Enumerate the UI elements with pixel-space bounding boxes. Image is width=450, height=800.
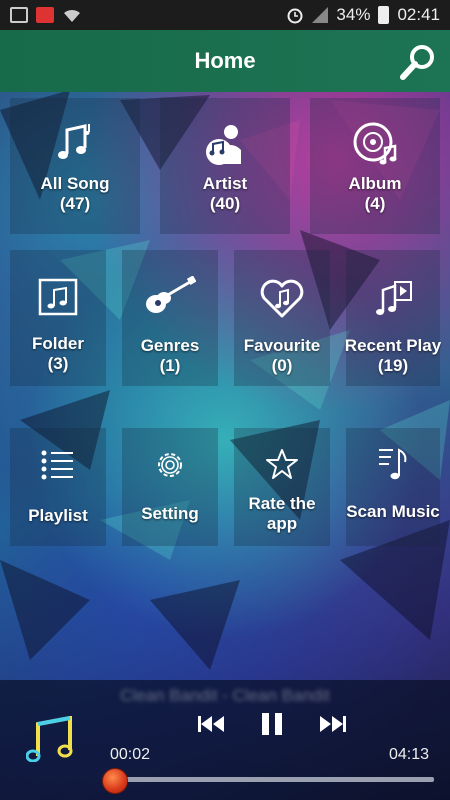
wifi-icon [64,9,80,22]
tile-playlist[interactable]: Playlist [10,428,106,546]
alarm-icon [287,8,303,24]
tile-scan-music[interactable]: Scan Music [346,428,440,546]
tile-count: (47) [59,194,91,213]
artist-icon [206,125,241,165]
search-icon[interactable] [398,42,438,82]
image-notification-icon [10,7,28,23]
music-notes-icon [58,124,90,159]
tile-count: (19) [377,356,409,375]
total-time: 04:13 [389,746,430,763]
battery-percent: 34% [336,5,371,24]
recent-play-icon [376,281,412,315]
tile-album[interactable]: Album (4) [310,98,440,234]
battery-icon [378,6,390,24]
tile-count: (1) [159,356,181,375]
previous-icon[interactable] [198,714,226,734]
tile-label: Favourite [243,336,321,355]
tile-label: Scan Music [346,502,440,521]
tile-all-song[interactable]: All Song (47) [10,98,140,234]
tile-label: Recent Play [344,336,442,355]
tile-favourite[interactable]: Favourite (0) [234,250,330,386]
scan-music-icon [379,448,407,480]
status-bar: 34% 02:41 [0,0,450,30]
seek-thumb[interactable] [102,768,128,794]
star-icon [266,449,298,479]
guitar-icon [146,276,196,313]
next-icon[interactable] [318,714,346,734]
tile-label: Folder [32,334,84,353]
tile-artist[interactable]: Artist (40) [160,98,290,234]
tile-rate-app[interactable]: Rate the app [234,428,330,546]
heart-icon [260,279,304,318]
album-icon [353,122,397,165]
signal-icon [312,7,329,23]
tile-genres[interactable]: Genres (1) [122,250,218,386]
tile-label: Rate the app [248,494,316,533]
gear-icon [158,453,182,477]
tile-label: Genres [140,336,200,355]
tile-label: Setting [141,504,199,523]
tile-label: Playlist [28,506,88,525]
tile-setting[interactable]: Setting [122,428,218,546]
system-status: 34% 02:41 [286,5,440,25]
tile-recent-play[interactable]: Recent Play (19) [345,250,441,386]
app-header: Home [0,30,450,92]
app-notification-icon [36,7,54,23]
folder-icon [38,278,78,316]
tile-count: (40) [209,194,241,213]
track-title[interactable]: Clean Bandit - Clean Bandit [0,686,450,706]
tile-label: Album [348,174,402,193]
tile-count: (3) [47,354,69,373]
seek-bar[interactable] [116,777,434,782]
tile-label: Artist [202,174,248,193]
tile-folder[interactable]: Folder (3) [10,250,106,386]
elapsed-time: 00:02 [110,746,151,763]
now-playing-note-icon[interactable] [26,716,76,762]
tile-count: (4) [364,194,386,213]
tile-count: (0) [271,356,293,375]
clock: 02:41 [397,5,440,24]
notification-icons [10,7,82,23]
list-icon [41,450,73,480]
pause-icon[interactable] [260,712,284,736]
page-title: Home [194,48,256,73]
mini-player: Clean Bandit - Clean Bandit 00:02 04:13 [0,680,450,800]
tile-label: All Song [40,174,110,193]
